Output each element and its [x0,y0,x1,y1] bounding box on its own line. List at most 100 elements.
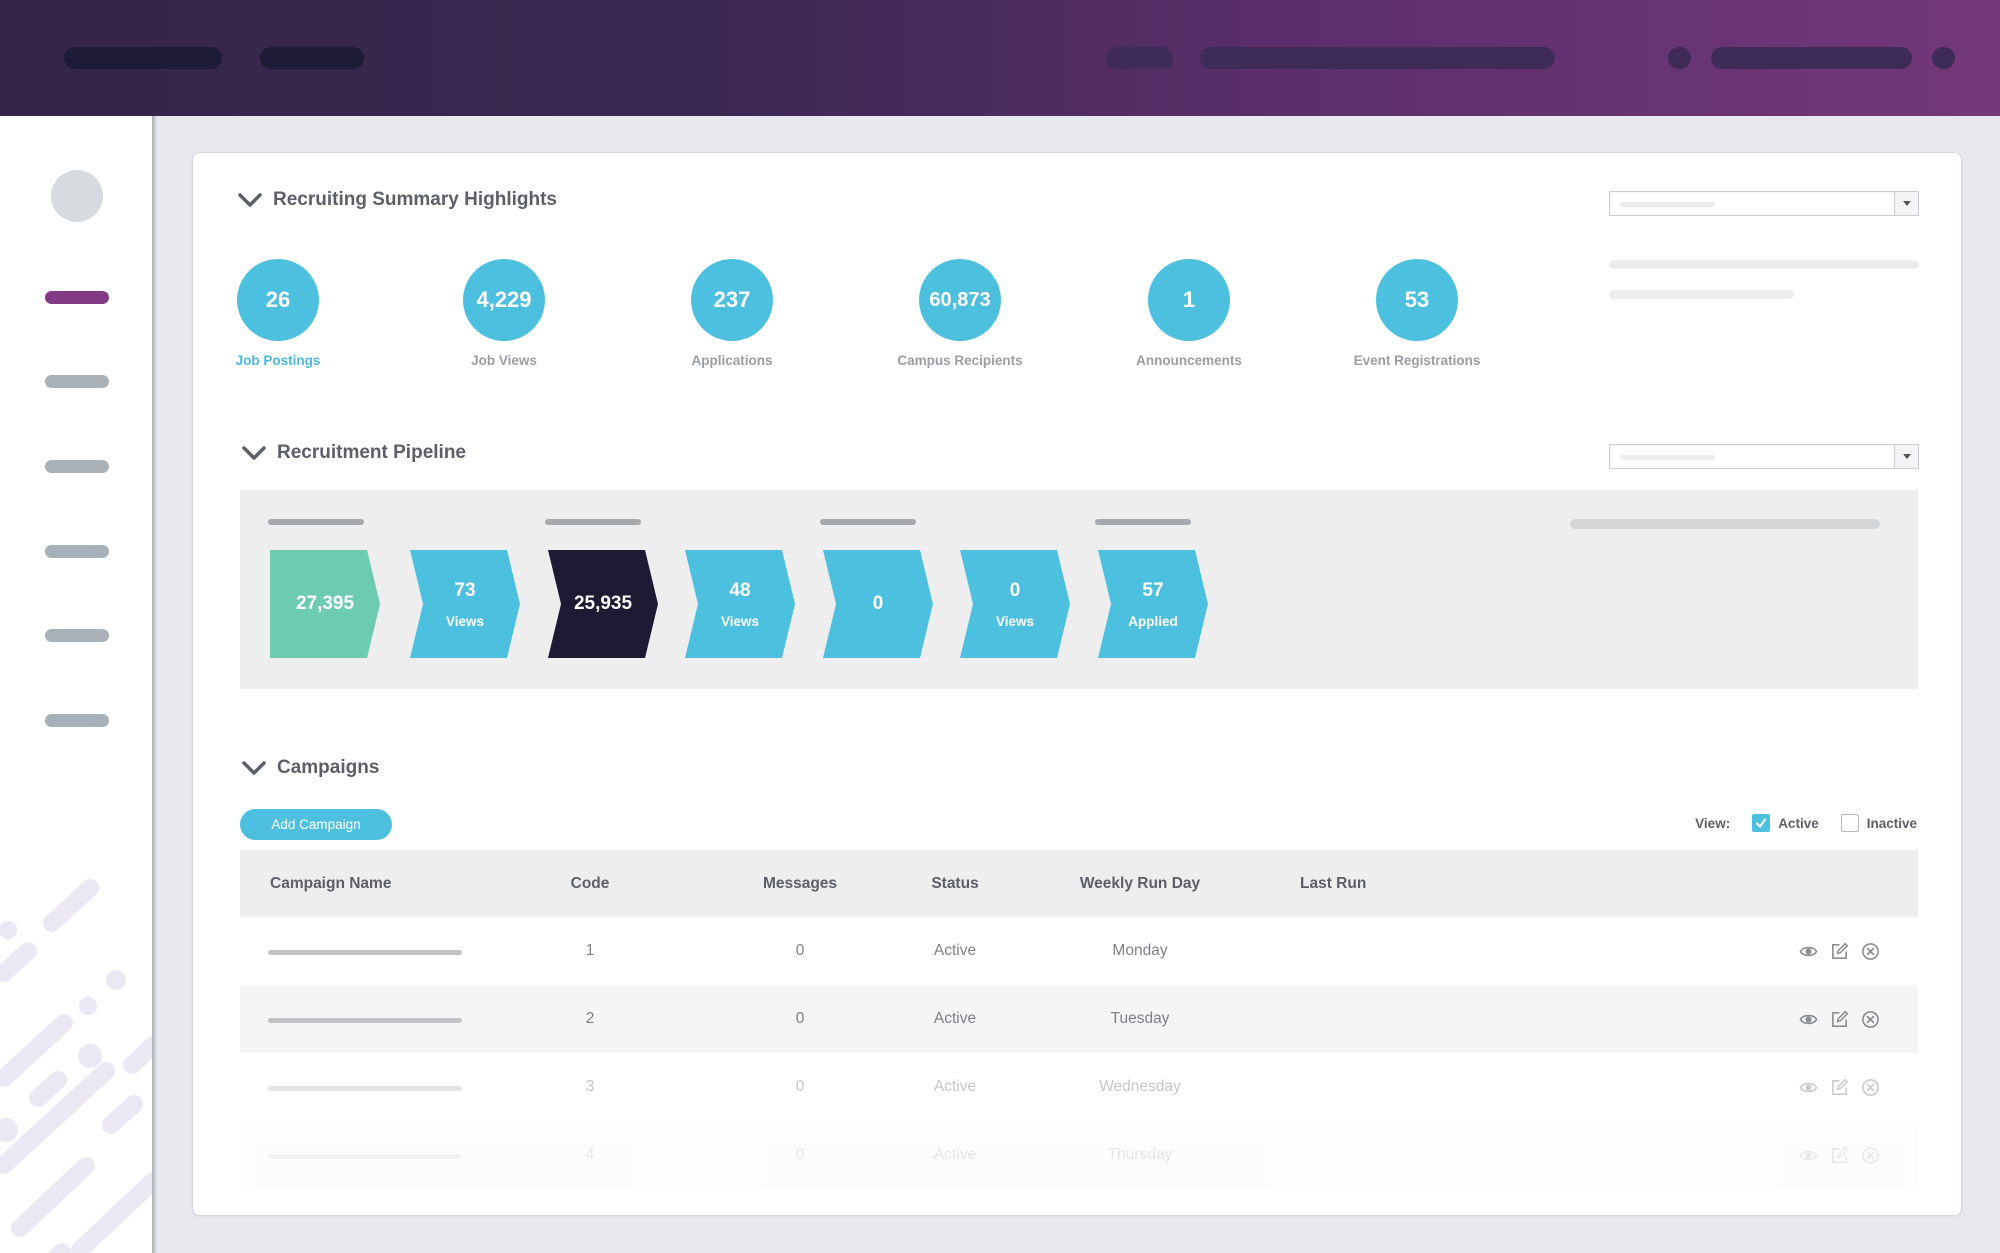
col-status[interactable]: Status [895,850,1015,917]
cell-messages: 0 [795,942,805,959]
chevron-down-icon[interactable] [241,444,267,462]
edit-icon[interactable] [1830,1078,1849,1097]
delete-icon[interactable] [1861,1146,1880,1165]
table-header-row: Campaign Name Code Messages Status Weekl… [240,850,1918,917]
header-nav-placeholder[interactable] [260,47,364,69]
pipeline-stage-3[interactable]: 25,935 [548,550,658,658]
cell-day: Thursday [1107,1146,1173,1163]
cell-status: Active [933,1010,977,1027]
table-row[interactable]: 2 0 Active Tuesday [240,985,1918,1053]
sidebar-item-1[interactable] [45,291,109,304]
summary-filter-select[interactable] [1609,191,1919,216]
stage-group-label [545,519,641,525]
col-messages[interactable]: Messages [720,850,880,917]
sidebar-item-2[interactable] [45,375,109,388]
stat-applications[interactable]: 237 Applications [632,259,832,368]
table-row[interactable]: 3 0 Active Wednesday [240,1053,1918,1121]
sidebar-item-6[interactable] [45,714,109,727]
pipeline-stage-2[interactable]: 73 Views [410,550,520,658]
cell-code: 2 [585,1010,595,1027]
header-user-placeholder[interactable] [1711,47,1912,69]
header-icon-placeholder[interactable] [1668,47,1691,69]
sidebar-divider [152,116,158,1253]
view-icon[interactable] [1799,1078,1818,1097]
active-checkbox[interactable] [1752,814,1771,832]
row-actions [1799,1121,1880,1189]
cell-code: 3 [585,1078,595,1095]
stat-campus-recipients[interactable]: 60,873 Campus Recipients [860,259,1060,368]
view-icon[interactable] [1799,1146,1818,1165]
stage-sub: Views [995,613,1035,629]
stat-job-postings[interactable]: 26 Job Postings [193,259,378,368]
summary-section-header[interactable]: Recruiting Summary Highlights [237,189,557,211]
sidebar-item-5[interactable] [45,629,109,642]
stage-sub: Views [720,613,760,629]
dropdown-arrow-icon[interactable] [1894,445,1918,468]
sidebar [0,116,152,1253]
col-code[interactable]: Code [540,850,640,917]
stage-value: 0 [872,593,884,614]
delete-icon[interactable] [1861,942,1880,961]
view-icon[interactable] [1799,942,1818,961]
stat-job-views[interactable]: 4,229 Job Views [404,259,604,368]
table-row[interactable]: 4 0 Active Thursday [240,1121,1918,1189]
pipeline-stage-6[interactable]: 0 Views [960,550,1070,658]
stat-announcements[interactable]: 1 Announcements [1089,259,1289,368]
campaign-name-placeholder[interactable] [268,1154,462,1159]
cell-status: Active [933,942,977,959]
col-last-run[interactable]: Last Run [1300,850,1366,917]
dropdown-arrow-icon[interactable] [1894,192,1918,215]
pipeline-stage-7[interactable]: 57 Applied [1098,550,1208,658]
edit-icon[interactable] [1830,942,1849,961]
edit-icon[interactable] [1830,1010,1849,1029]
select-placeholder [1620,202,1715,207]
add-campaign-button[interactable]: Add Campaign [240,809,392,840]
stage-group-label [1095,519,1191,525]
chevron-down-icon[interactable] [237,191,263,209]
summary-info-placeholder-2 [1609,290,1794,299]
pipeline-info-placeholder [1570,519,1880,529]
table-row[interactable]: 1 0 Active Monday [240,917,1918,985]
delete-icon[interactable] [1861,1078,1880,1097]
header-search-placeholder[interactable] [1200,47,1555,69]
stat-value: 60,873 [919,259,1001,341]
campaign-name-placeholder[interactable] [268,950,462,955]
inactive-checkbox[interactable] [1840,814,1859,832]
stat-label: Event Registrations [1353,353,1481,368]
header-link-placeholder[interactable] [1106,47,1173,69]
pipeline-stage-1[interactable]: 27,395 [270,550,380,658]
inactive-checkbox-label[interactable]: Inactive [1867,816,1917,831]
view-icon[interactable] [1799,1010,1818,1029]
pipeline-stage-4[interactable]: 48 Views [685,550,795,658]
stage-group-label [820,519,916,525]
cell-messages: 0 [795,1078,805,1095]
row-actions [1799,917,1880,985]
stat-value: 4,229 [463,259,545,341]
stage-value: 48 [729,579,751,601]
col-weekly-run-day[interactable]: Weekly Run Day [1040,850,1240,917]
campaign-name-placeholder[interactable] [268,1018,462,1023]
stat-event-registrations[interactable]: 53 Event Registrations [1317,259,1517,368]
chevron-down-icon[interactable] [241,759,267,777]
dashboard-card: Recruiting Summary Highlights 26 Job Pos… [192,152,1962,1216]
sidebar-item-4[interactable] [45,545,109,558]
header-logo-placeholder[interactable] [64,47,222,69]
stat-label: Campus Recipients [897,353,1023,368]
top-header-bar [0,0,2000,116]
edit-icon[interactable] [1830,1146,1849,1165]
campaign-name-placeholder[interactable] [268,1086,462,1091]
pipeline-filter-select[interactable] [1609,444,1919,469]
row-actions [1799,1053,1880,1121]
sidebar-item-3[interactable] [45,460,109,473]
col-campaign-name[interactable]: Campaign Name [270,850,391,917]
campaigns-section-header[interactable]: Campaigns [241,757,379,779]
stat-value: 1 [1148,259,1230,341]
avatar[interactable] [51,170,103,222]
cell-day: Tuesday [1110,1010,1170,1027]
pipeline-section-header[interactable]: Recruitment Pipeline [241,442,466,464]
active-checkbox-label[interactable]: Active [1778,816,1819,831]
header-menu-icon-placeholder[interactable] [1932,47,1955,69]
stage-value: 57 [1142,579,1164,601]
delete-icon[interactable] [1861,1010,1880,1029]
pipeline-stage-5[interactable]: 0 [823,550,933,658]
